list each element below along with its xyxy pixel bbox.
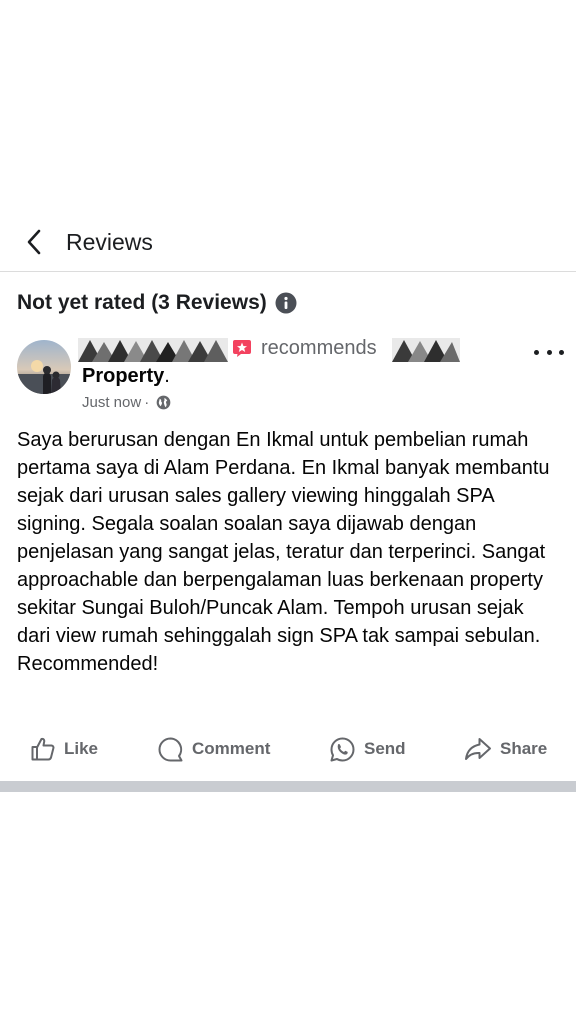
avatar[interactable]: [17, 340, 71, 394]
review-body: Saya berurusan dengan En Ikmal untuk pem…: [17, 429, 550, 675]
page-name: Property: [82, 365, 165, 387]
share-arrow-icon: [465, 738, 491, 760]
post-meta: Just now ·: [82, 394, 171, 411]
comment-button[interactable]: Comment: [157, 731, 270, 767]
redacted-name[interactable]: [78, 338, 228, 362]
page-name-link[interactable]: Property.: [82, 365, 170, 388]
send-button[interactable]: Send: [329, 731, 406, 767]
dot-icon: [559, 349, 564, 355]
page-name-suffix: .: [164, 365, 170, 387]
back-button[interactable]: [16, 224, 52, 260]
page-header: Reviews: [0, 212, 576, 272]
share-button[interactable]: Share: [464, 731, 547, 767]
globe-icon[interactable]: [156, 395, 171, 410]
section-divider: [0, 781, 576, 792]
recommends-label: recommends: [261, 337, 377, 359]
author-line: recommends: [78, 336, 502, 364]
rating-text: Not yet rated (3 Reviews): [17, 291, 267, 314]
info-icon[interactable]: [275, 292, 297, 314]
timestamp[interactable]: Just now: [82, 394, 141, 411]
dot-icon: [546, 349, 552, 355]
more-options-button[interactable]: [534, 342, 564, 362]
share-label: Share: [500, 739, 548, 758]
comment-icon: [158, 737, 183, 761]
review-post: recommends Property. Just now · Saya ber…: [0, 336, 576, 782]
comment-label: Comment: [192, 739, 271, 758]
like-button[interactable]: Like: [30, 731, 98, 767]
page-title: Reviews: [66, 229, 153, 255]
chevron-left-icon: [27, 229, 41, 255]
post-actions: Like Comment Send Share: [0, 731, 576, 767]
dot-icon: [534, 349, 539, 355]
meta-separator: ·: [144, 394, 150, 411]
recommend-badge-icon: [233, 340, 251, 357]
send-label: Send: [364, 739, 406, 758]
whatsapp-icon: [330, 737, 355, 761]
like-label: Like: [64, 739, 99, 758]
redacted-page-name[interactable]: [392, 338, 460, 362]
rating-summary: Not yet rated (3 Reviews): [17, 291, 297, 315]
thumbs-up-icon: [31, 737, 55, 761]
